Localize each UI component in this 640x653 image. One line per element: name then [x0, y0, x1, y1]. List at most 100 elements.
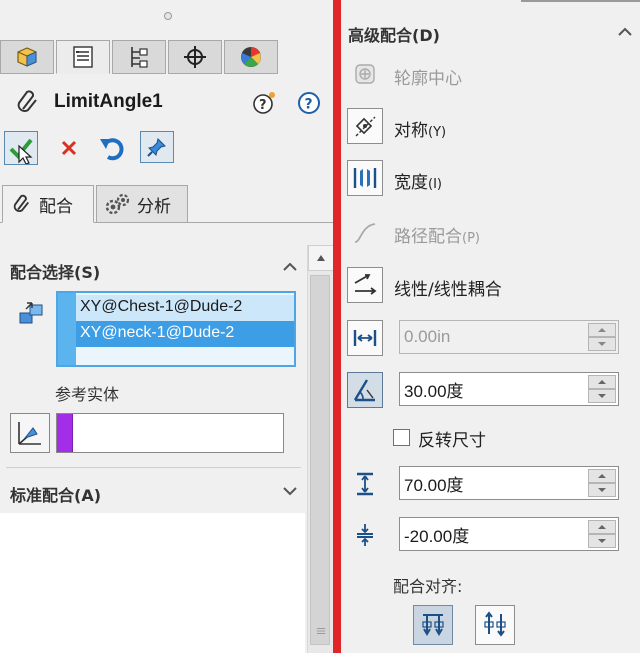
- width-option[interactable]: 宽度(I): [347, 160, 627, 196]
- tab-feature-manager[interactable]: [0, 40, 54, 74]
- reference-color-swatch: [57, 414, 73, 452]
- spin-down-button[interactable]: [588, 337, 616, 351]
- distance-input[interactable]: [400, 321, 586, 353]
- flip-dimension-checkbox[interactable]: [393, 429, 410, 446]
- reference-axes-icon: [18, 422, 41, 445]
- angle-spinner[interactable]: [588, 375, 616, 403]
- spin-down-button[interactable]: [588, 483, 616, 497]
- triangle-down-icon: [598, 539, 606, 543]
- red-divider: [333, 0, 341, 653]
- aligned-button[interactable]: [413, 605, 453, 645]
- symmetric-option[interactable]: 对称(Y): [347, 108, 627, 144]
- chevron-down-icon[interactable]: [282, 485, 298, 497]
- mate-subtabs: 配合 分析: [0, 185, 333, 223]
- angle-field[interactable]: [399, 372, 619, 406]
- advanced-mates-panel: 高级配合(D) 轮廓中心 对称(Y) 宽度(I) 路径配合(P) 线性/线性耦合…: [341, 0, 640, 653]
- property-scroll-area: 配合选择(S) XY@Chest-1@Dude-2 XY@neck-1@Dude…: [0, 245, 334, 653]
- width-label-wrap: 宽度(I): [394, 168, 442, 193]
- reference-entity-field[interactable]: [56, 413, 284, 453]
- spin-up-button[interactable]: [588, 375, 616, 389]
- section-divider: [6, 467, 301, 468]
- maximum-value-option: [347, 466, 627, 502]
- symmetric-label: 对称: [394, 121, 428, 141]
- anti-aligned-icon: [484, 611, 506, 637]
- mate-selections-header[interactable]: 配合选择(S): [10, 259, 100, 283]
- scrollbar-thumb[interactable]: [310, 275, 330, 645]
- triangle-up-icon: [317, 255, 325, 261]
- feature-title: LimitAngle1: [54, 91, 163, 112]
- angle-button[interactable]: [347, 372, 383, 408]
- selection-item-selected[interactable]: XY@neck-1@Dude-2: [76, 321, 294, 347]
- tab-property-manager[interactable]: [56, 40, 110, 74]
- chevron-up-icon[interactable]: [617, 26, 633, 38]
- maximum-value-field[interactable]: [399, 466, 619, 500]
- width-mate-icon: [353, 168, 377, 188]
- mate-entities-icon: [19, 302, 43, 324]
- profile-center-label: 轮廓中心: [394, 69, 462, 89]
- advanced-mates-header[interactable]: 高级配合(D): [348, 22, 440, 46]
- distance-field[interactable]: [399, 320, 619, 354]
- tab-analysis-label: 分析: [137, 196, 171, 217]
- profile-center-option[interactable]: 轮廓中心: [347, 56, 627, 92]
- symmetric-label-wrap: 对称(Y): [394, 116, 446, 141]
- angle-icon: [353, 379, 375, 402]
- pushpin-icon: [147, 138, 166, 157]
- vertical-scrollbar[interactable]: [307, 245, 334, 653]
- path-mate-option[interactable]: 路径配合(P): [347, 214, 627, 250]
- help-icon[interactable]: ?: [296, 90, 322, 116]
- profile-center-icon-box: [347, 56, 383, 92]
- close-icon: [61, 140, 77, 156]
- spin-down-button[interactable]: [588, 534, 616, 548]
- scroll-up-button[interactable]: [308, 245, 334, 271]
- whats-new-help-icon[interactable]: ?: [252, 90, 278, 116]
- cancel-button[interactable]: [56, 135, 82, 161]
- linear-coupler-button[interactable]: [347, 267, 383, 303]
- property-manager-icon: [73, 46, 93, 68]
- undo-button[interactable]: [98, 133, 128, 163]
- pin-button[interactable]: [140, 131, 174, 163]
- linear-coupler-option[interactable]: 线性/线性耦合: [347, 267, 627, 303]
- crosshair-icon: [184, 46, 206, 68]
- tab-mates[interactable]: 配合: [2, 185, 94, 223]
- distance-option[interactable]: [347, 320, 627, 356]
- standard-mates-header[interactable]: 标准配合(A): [10, 482, 101, 506]
- minimum-spinner[interactable]: [588, 520, 616, 548]
- triangle-up-icon: [598, 328, 606, 332]
- tab-dimxpert-manager[interactable]: [168, 40, 222, 74]
- mate-selection-list[interactable]: XY@Chest-1@Dude-2 XY@neck-1@Dude-2: [56, 291, 296, 367]
- tab-display-manager[interactable]: [224, 40, 278, 74]
- top-border: [521, 0, 640, 2]
- minimum-value-input[interactable]: [400, 518, 586, 550]
- width-button[interactable]: [347, 160, 383, 196]
- triangle-down-icon: [598, 394, 606, 398]
- triangle-down-icon: [598, 342, 606, 346]
- path-mate-label-wrap: 路径配合(P): [394, 222, 480, 247]
- chevron-up-icon[interactable]: [282, 261, 298, 273]
- path-mate-label: 路径配合: [394, 227, 462, 247]
- grip-lines-icon: [316, 628, 326, 634]
- angle-option[interactable]: [347, 372, 627, 408]
- spin-up-button[interactable]: [588, 469, 616, 483]
- spin-down-button[interactable]: [588, 389, 616, 403]
- minimum-value-field[interactable]: [399, 517, 619, 551]
- tab-analysis[interactable]: 分析: [96, 185, 188, 223]
- anti-aligned-button[interactable]: [475, 605, 515, 645]
- reference-entity-button[interactable]: [10, 413, 50, 453]
- linear-coupler-label: 线性/线性耦合: [394, 280, 502, 300]
- triangle-up-icon: [598, 474, 606, 478]
- maximum-spinner[interactable]: [588, 469, 616, 497]
- distance-button[interactable]: [347, 320, 383, 356]
- tab-configuration-manager[interactable]: [112, 40, 166, 74]
- spin-up-button[interactable]: [588, 520, 616, 534]
- angle-input[interactable]: [400, 373, 586, 405]
- panel-grip[interactable]: [164, 12, 172, 20]
- selection-item[interactable]: XY@Chest-1@Dude-2: [76, 295, 294, 321]
- spin-up-button[interactable]: [588, 323, 616, 337]
- ok-button[interactable]: [4, 131, 38, 165]
- distance-icon: [353, 330, 377, 346]
- distance-spinner[interactable]: [588, 323, 616, 351]
- maximum-value-input[interactable]: [400, 467, 586, 499]
- symmetric-button[interactable]: [347, 108, 383, 144]
- symmetric-shortcut: (Y): [428, 125, 447, 140]
- profile-center-icon: [355, 64, 375, 84]
